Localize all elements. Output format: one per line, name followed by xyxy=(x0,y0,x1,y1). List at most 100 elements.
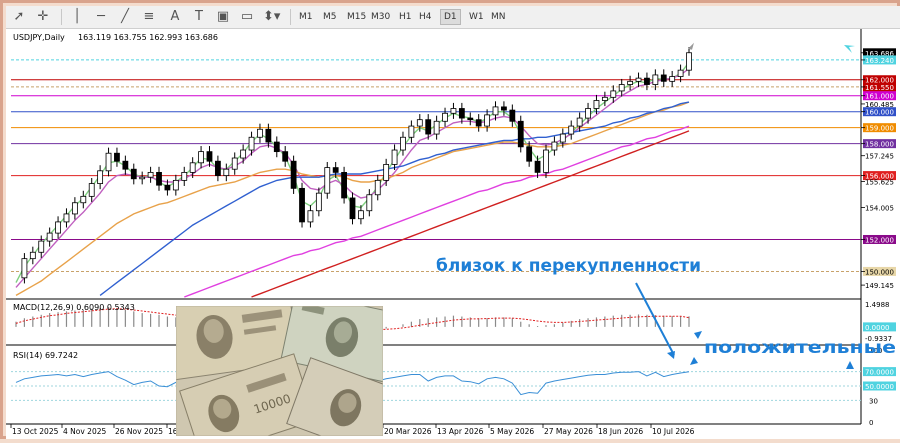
macd-panel: 0.00001.4988-0.9337MACD(12,26,9) 0.6090 … xyxy=(13,301,896,343)
cursor-arrow-icon[interactable]: ➚ xyxy=(11,9,27,25)
chart-area[interactable]: 163.686 163.240 162.000 161.550 161.000 160.4… xyxy=(6,29,900,439)
candle xyxy=(686,47,692,76)
candle-body xyxy=(139,176,146,180)
candle-body xyxy=(299,187,305,223)
price-tick: 159.000 xyxy=(861,123,896,133)
annotations: близок к перекупленности положительные xyxy=(436,45,896,369)
rsi-level-tick: 70.0000 xyxy=(863,367,896,377)
trendline-icon[interactable]: ╱ xyxy=(117,9,133,25)
price-tick: 150.000 xyxy=(861,266,896,276)
price-tick-label: 163.240 xyxy=(865,57,894,65)
price-tick: 163.240 xyxy=(861,55,896,65)
candle xyxy=(358,205,364,225)
candle-body xyxy=(198,151,204,164)
candle xyxy=(324,162,331,199)
time-tick-label: 18 Jun 2026 xyxy=(598,427,643,436)
candle xyxy=(618,78,625,97)
candle xyxy=(450,102,457,119)
candle-body xyxy=(307,210,314,223)
candle xyxy=(71,197,78,220)
price-tick-label: 155.625 xyxy=(865,179,894,187)
candle-body xyxy=(189,162,196,173)
candle-body xyxy=(164,184,171,191)
annotation-arrow-line xyxy=(635,282,675,356)
candle-body xyxy=(55,221,61,234)
candle-body xyxy=(492,106,499,116)
rsi-label: RSI(14) 69.7242 xyxy=(13,351,78,360)
candle-body xyxy=(214,160,221,176)
candle xyxy=(307,205,314,228)
candle-body xyxy=(366,194,373,212)
timeframe-h1[interactable]: H1 xyxy=(396,9,415,25)
candle xyxy=(408,120,415,143)
candle-body xyxy=(458,108,465,119)
candle xyxy=(80,190,87,209)
grid xyxy=(6,29,862,425)
candle xyxy=(206,146,213,167)
macd-zero-tick: 0.0000 xyxy=(863,322,896,332)
candle-body xyxy=(383,164,390,181)
price-chart[interactable]: 163.686163.240162.000161.550161.000160.4… xyxy=(6,29,900,439)
timeframe-m30[interactable]: M30 xyxy=(368,9,393,25)
timeframe-h4[interactable]: H4 xyxy=(416,9,435,25)
timeframe-m15[interactable]: M15 xyxy=(344,9,369,25)
price-axis: 163.686163.240162.000161.550161.000160.4… xyxy=(861,48,896,290)
candle-body xyxy=(408,125,415,138)
candle-body xyxy=(257,128,263,138)
fibonacci-icon[interactable]: ≡ xyxy=(141,9,157,25)
candle-body xyxy=(543,149,549,173)
time-tick-label: 4 Nov 2025 xyxy=(63,427,106,436)
horizontal-line-icon[interactable]: ─ xyxy=(93,9,109,25)
candle-body xyxy=(501,106,507,111)
rectangle-tool-icon[interactable]: ▣ xyxy=(215,9,231,25)
crosshair-icon[interactable]: ✛ xyxy=(35,9,51,25)
candle xyxy=(181,166,188,186)
timeframe-m5[interactable]: M5 xyxy=(320,9,340,25)
candle-body xyxy=(425,119,432,135)
candle-body xyxy=(475,119,482,127)
annotation-arrow-head xyxy=(694,331,702,339)
candle xyxy=(105,147,112,177)
candle xyxy=(139,171,146,185)
candle-body xyxy=(484,114,491,127)
price-tick-label: 161.550 xyxy=(865,84,894,92)
price-tick: 152.000 xyxy=(861,234,896,244)
candle xyxy=(366,189,373,217)
candle-body xyxy=(206,151,213,162)
candle-body xyxy=(517,120,524,148)
candle xyxy=(257,123,263,143)
shapes-icon[interactable]: ▭ xyxy=(239,9,255,25)
candle-body xyxy=(223,168,230,176)
candle xyxy=(38,235,45,258)
candle xyxy=(475,114,482,132)
candle-body xyxy=(660,74,667,82)
timeframe-mn[interactable]: MN xyxy=(488,9,509,25)
rsi-axis-label: 0 xyxy=(869,419,873,427)
text-label-icon[interactable]: T xyxy=(191,9,207,25)
candle xyxy=(97,165,104,190)
candle xyxy=(568,120,575,140)
text-tool-icon[interactable]: A xyxy=(167,9,183,25)
candle xyxy=(29,246,36,265)
last-price-arrow xyxy=(688,42,694,50)
timeframe-d1[interactable]: D1 xyxy=(440,9,461,25)
candle-body xyxy=(273,141,280,153)
candle-body xyxy=(526,146,533,162)
candle-body xyxy=(610,90,617,98)
candle-body xyxy=(80,195,87,204)
arrows-dropdown-icon[interactable]: ⬍▾ xyxy=(263,9,280,25)
timeframe-m1[interactable]: M1 xyxy=(296,9,316,25)
candle-body xyxy=(341,171,347,199)
candle-body xyxy=(534,160,541,173)
price-tick: 158.000 xyxy=(861,139,896,149)
candle xyxy=(46,227,53,247)
annotation-overbought: близок к перекупленности xyxy=(436,256,701,276)
candle-body xyxy=(114,152,120,162)
vertical-line-icon[interactable]: │ xyxy=(69,9,85,25)
timeframe-w1[interactable]: W1 xyxy=(466,9,487,25)
candle-body xyxy=(147,171,154,178)
candle-body xyxy=(618,84,625,92)
time-tick-label: 13 Apr 2026 xyxy=(437,427,484,436)
time-tick-label: 10 Jul 2026 xyxy=(652,427,695,436)
price-tick-label: 160.000 xyxy=(865,109,894,117)
